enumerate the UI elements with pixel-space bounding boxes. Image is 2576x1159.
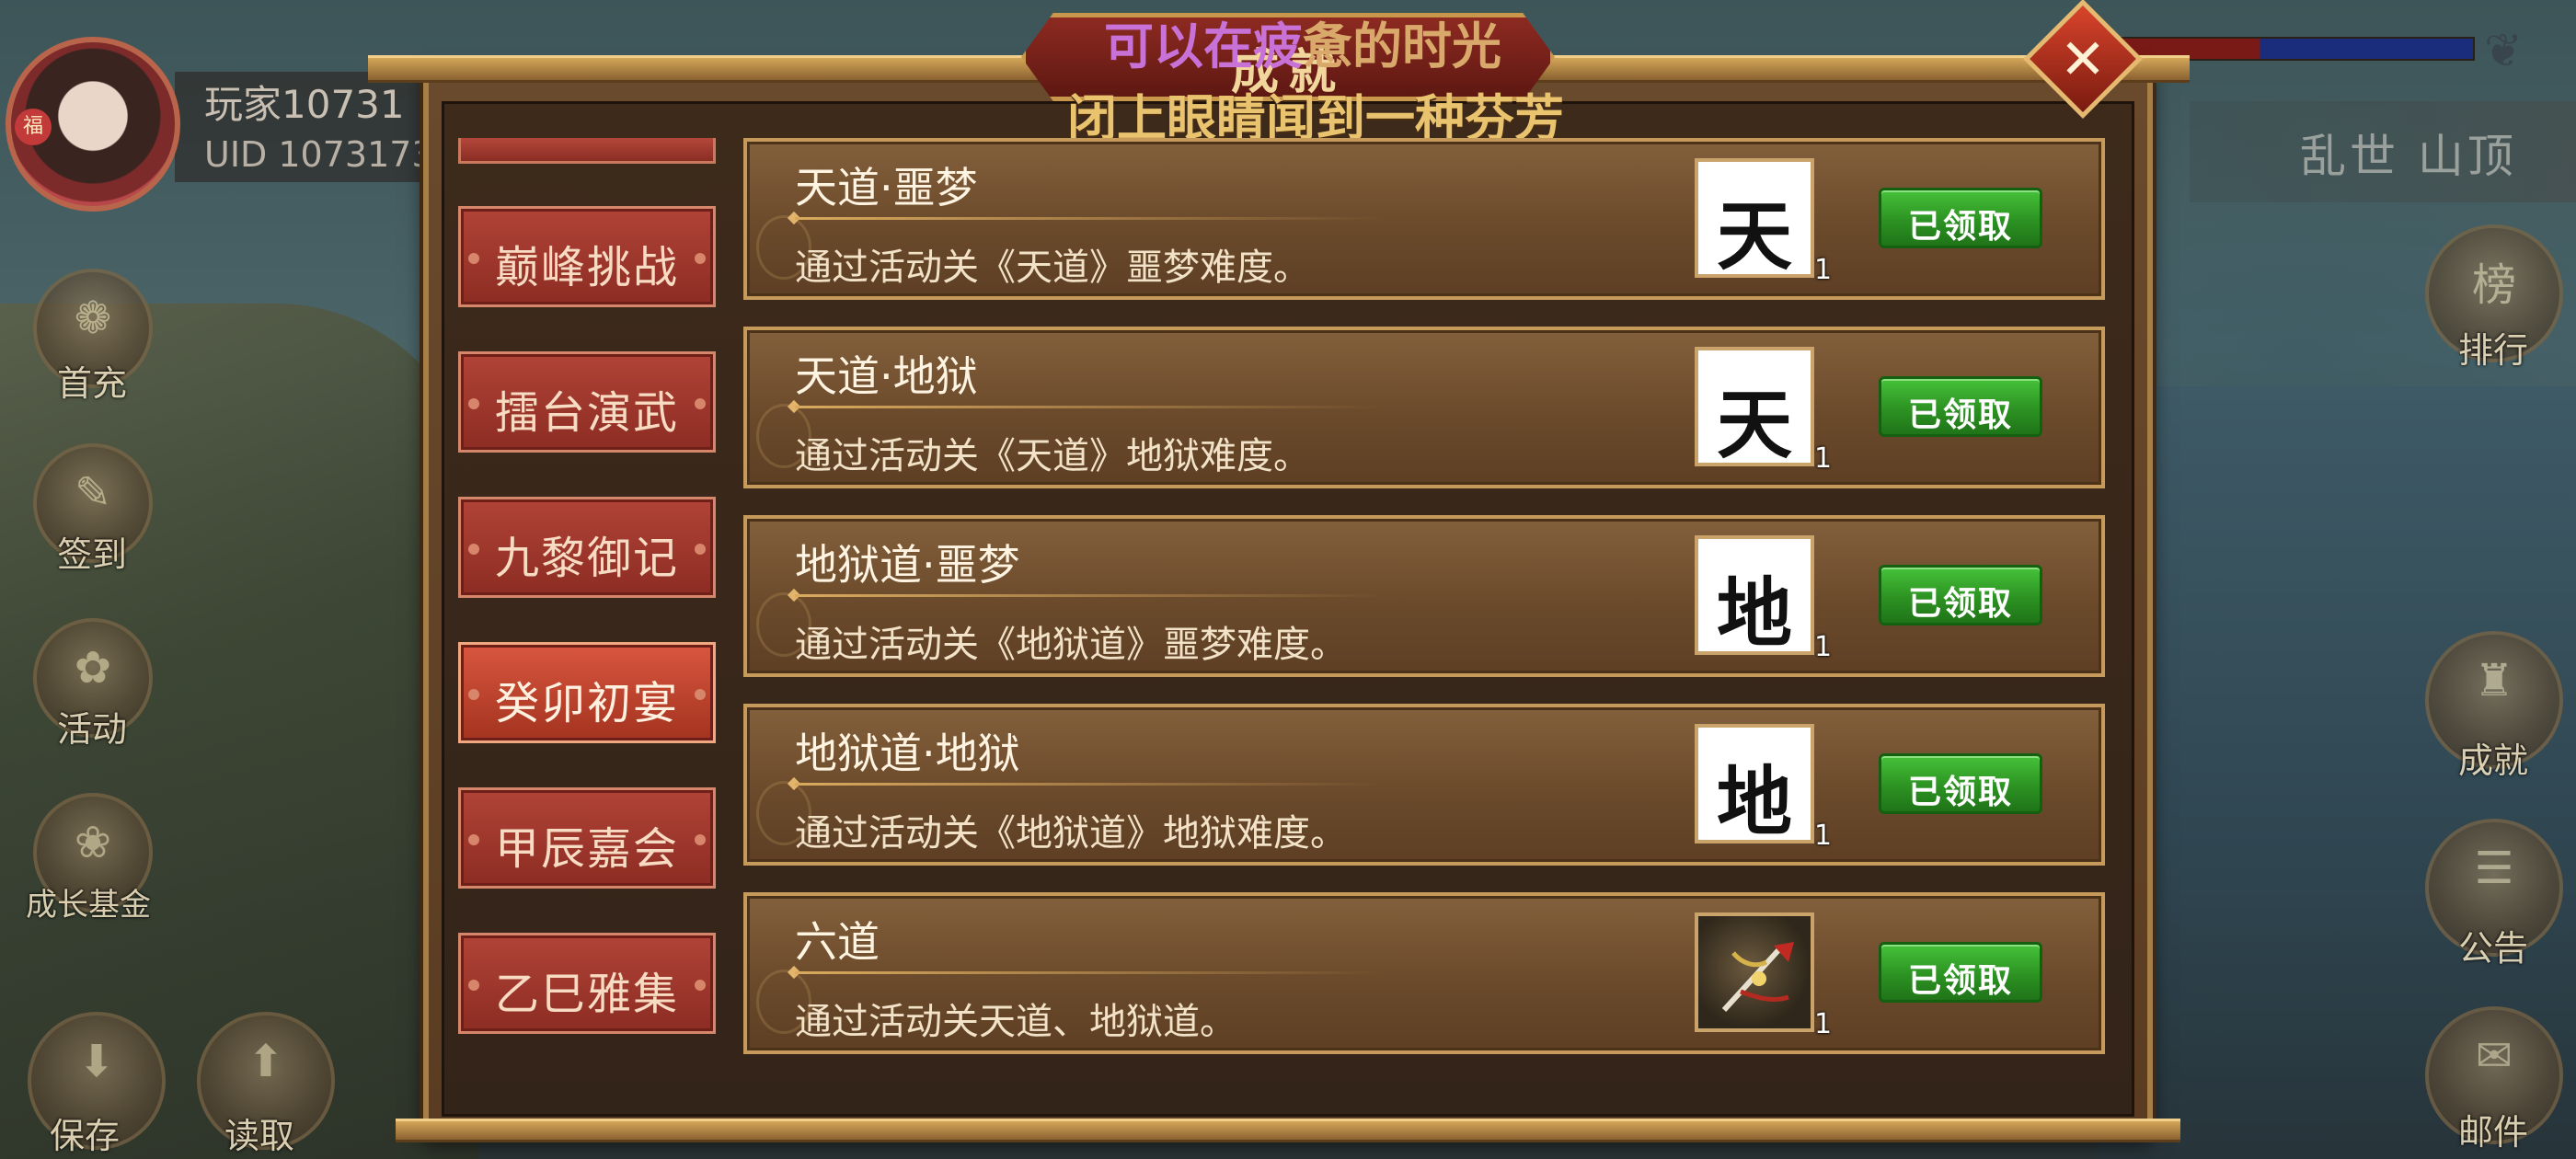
reward-count: 1 <box>1814 254 1833 286</box>
reward-count: 1 <box>1814 820 1833 852</box>
achievement-title: 天道·地狱 <box>795 351 978 401</box>
location-name: 乱世 山顶 <box>2300 130 2517 183</box>
category-ornament <box>695 834 706 845</box>
category-item-yisi[interactable]: 乙巳雅集 <box>458 933 716 1034</box>
achievement-row: 地狱道·地狱 通过活动关《地狱道》地狱难度。 地 1 已领取 <box>743 704 2105 866</box>
row-divider <box>795 217 1384 220</box>
reward-character-icon: 天 <box>1716 381 1792 469</box>
category-item-peak-challenge[interactable]: 巅峰挑战 <box>458 206 716 307</box>
sign-in-label: 签到 <box>57 534 128 575</box>
category-label: 擂台演武 <box>494 387 679 439</box>
lyric-line-1-highlight: 可以在疲 <box>1104 17 1303 75</box>
row-divider <box>795 971 1384 974</box>
reward-character-icon: 地 <box>1716 758 1792 846</box>
achievement-description: 通过活动关《天道》地狱难度。 <box>795 435 1310 477</box>
reward-item[interactable] <box>1695 912 1814 1032</box>
category-item-jiachen[interactable]: 甲辰嘉会 <box>458 787 716 889</box>
claimed-button[interactable]: 已领取 <box>1879 188 2042 248</box>
achievement-title: 地狱道·噩梦 <box>795 540 1020 590</box>
load-icon: ⬆ <box>247 1036 285 1087</box>
mail-label: 邮件 <box>2458 1112 2529 1153</box>
sign-in-icon: ✎ <box>74 467 112 519</box>
growth-fund-label: 成长基金 <box>26 887 151 924</box>
lyric-line-1: 可以在疲惫的时光 <box>1104 6 1501 78</box>
category-item-arena[interactable]: 擂台演武 <box>458 351 716 453</box>
achievement-description: 通过活动关《地狱道》噩梦难度。 <box>795 624 1347 666</box>
claimed-button[interactable]: 已领取 <box>1879 565 2042 625</box>
wing-icon[interactable]: ❦ <box>2484 24 2539 77</box>
achievement-description: 通过活动关天道、地狱道。 <box>795 1001 1236 1043</box>
category-ornament <box>695 689 706 700</box>
achievement-row: 地狱道·噩梦 通过活动关《地狱道》噩梦难度。 地 1 已领取 <box>743 515 2105 677</box>
achievement-row: 天道·地狱 通过活动关《天道》地狱难度。 天 1 已领取 <box>743 327 2105 488</box>
close-icon[interactable]: ✕ <box>2041 20 2125 105</box>
category-ornament <box>695 544 706 555</box>
achievement-icon: ♜ <box>2474 655 2514 706</box>
achievement-row: 天道·噩梦 通过活动关《天道》噩梦难度。 天 1 已领取 <box>743 138 2105 300</box>
achievement-row: 六道 通过活动关天道、地狱道。 1 已领取 <box>743 892 2105 1054</box>
activity-icon: ✿ <box>74 642 112 694</box>
ranking-icon: 榜 <box>2471 259 2516 311</box>
reward-character-icon: 天 <box>1716 192 1792 281</box>
achievement-description: 通过活动关《地狱道》地狱难度。 <box>795 812 1347 855</box>
first-charge-icon: ❁ <box>74 293 112 344</box>
reward-item[interactable]: 地 <box>1695 724 1814 846</box>
category-ornament <box>695 253 706 264</box>
activity-label: 活动 <box>57 709 128 750</box>
claimed-label: 已领取 <box>1907 585 2013 623</box>
achievement-title: 地狱道·地狱 <box>795 729 1020 778</box>
category-ornament <box>695 398 706 409</box>
achievement-title: 天道·噩梦 <box>795 163 978 212</box>
reward-character-icon: 地 <box>1716 569 1792 658</box>
reward-count: 1 <box>1814 1008 1833 1040</box>
reward-count: 1 <box>1814 631 1833 663</box>
reward-item[interactable]: 地 <box>1695 535 1814 658</box>
claimed-label: 已领取 <box>1907 962 2013 1000</box>
ranking-label: 排行 <box>2458 330 2529 371</box>
sword-icon <box>1721 942 1794 1013</box>
category-label: 癸卯初宴 <box>494 678 679 729</box>
claimed-button[interactable]: 已领取 <box>1879 753 2042 814</box>
achievement-title: 六道 <box>795 917 880 967</box>
category-label: 乙巳雅集 <box>494 969 679 1020</box>
dialog-bottom-frame <box>396 1119 2180 1142</box>
category-item-jiuli[interactable]: 九黎御记 <box>458 497 716 598</box>
reward-count: 1 <box>1814 442 1833 475</box>
first-charge-label: 首充 <box>57 363 128 404</box>
announcement-label: 公告 <box>2458 928 2529 969</box>
category-label: 甲辰嘉会 <box>494 823 679 875</box>
mail-icon: ✉ <box>2475 1030 2513 1082</box>
lyric-line-1-rest: 惫的时光 <box>1303 17 1501 75</box>
claimed-label: 已领取 <box>1907 208 2013 246</box>
category-item-partial[interactable] <box>458 138 716 164</box>
claimed-button[interactable]: 已领取 <box>1879 942 2042 1003</box>
claimed-button[interactable]: 已领取 <box>1879 376 2042 437</box>
row-divider <box>795 783 1384 786</box>
load-label: 读取 <box>224 1116 295 1156</box>
achievement-description: 通过活动关《天道》噩梦难度。 <box>795 247 1310 289</box>
announcement-icon: ☰ <box>2474 843 2514 894</box>
category-item-guimao[interactable]: 癸卯初宴 <box>458 642 716 743</box>
achievement-label: 成就 <box>2458 740 2529 781</box>
category-label: 九黎御记 <box>494 533 679 584</box>
reward-item[interactable]: 天 <box>1695 158 1814 281</box>
player-avatar[interactable]: 福 <box>6 37 180 212</box>
claimed-label: 已领取 <box>1907 396 2013 434</box>
save-icon: ⬇ <box>77 1036 116 1087</box>
avatar-tag: 福 <box>15 109 52 145</box>
growth-fund-icon: ❀ <box>74 817 112 868</box>
row-divider <box>795 406 1384 408</box>
reward-item[interactable]: 天 <box>1695 347 1814 469</box>
category-label: 巅峰挑战 <box>494 242 679 293</box>
player-uid: UID 1073173 <box>204 134 434 175</box>
category-ornament <box>695 980 706 991</box>
row-divider <box>795 594 1384 597</box>
claimed-label: 已领取 <box>1907 774 2013 811</box>
save-label: 保存 <box>50 1116 121 1156</box>
